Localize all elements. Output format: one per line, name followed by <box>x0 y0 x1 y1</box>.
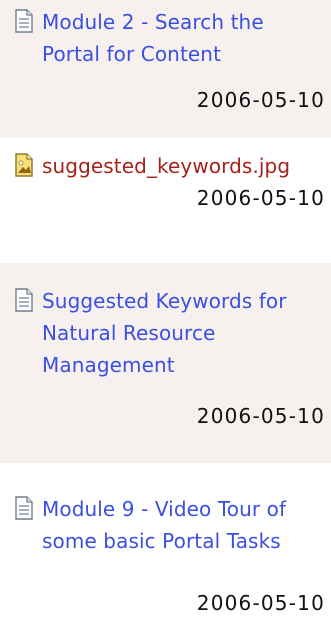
document-icon <box>15 9 33 33</box>
list-item-header: suggested_keywords.jpg <box>0 150 331 182</box>
list-item-header: Module 2 - Search the Portal for Content <box>0 6 331 70</box>
module-2-link[interactable]: Module 2 - Search the Portal for Content <box>42 6 325 70</box>
modified-date: 2006-05-10 <box>196 591 325 615</box>
list-item-header: Suggested Keywords for Natural Resource … <box>0 285 331 381</box>
modified-date: 2006-05-10 <box>196 186 325 210</box>
image-file-icon <box>15 153 33 177</box>
suggested-keywords-image-link[interactable]: suggested_keywords.jpg <box>42 150 290 182</box>
modified-date: 2006-05-10 <box>196 88 325 112</box>
list-item: Suggested Keywords for Natural Resource … <box>0 263 331 463</box>
document-icon <box>15 288 33 312</box>
list-item: suggested_keywords.jpg 2006-05-10 <box>0 138 331 263</box>
list-item-header: Module 9 - Video Tour of some basic Port… <box>0 493 331 557</box>
document-icon <box>15 496 33 520</box>
list-item: Module 2 - Search the Portal for Content… <box>0 0 331 138</box>
list-item: Module 9 - Video Tour of some basic Port… <box>0 463 331 635</box>
module-9-link[interactable]: Module 9 - Video Tour of some basic Port… <box>42 493 325 557</box>
suggested-keywords-link[interactable]: Suggested Keywords for Natural Resource … <box>42 285 325 381</box>
content-list: Module 2 - Search the Portal for Content… <box>0 0 331 635</box>
modified-date: 2006-05-10 <box>196 404 325 428</box>
